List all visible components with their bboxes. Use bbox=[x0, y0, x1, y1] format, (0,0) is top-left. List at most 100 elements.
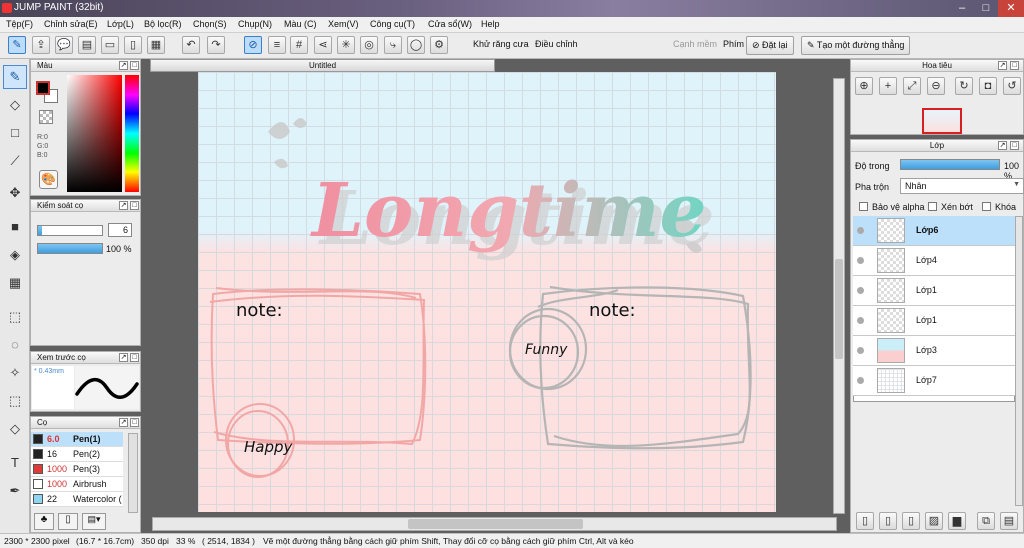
layer-opacity-slider[interactable] bbox=[900, 159, 1000, 170]
redo-icon[interactable]: ↷ bbox=[207, 36, 225, 54]
new-layer-from-icon[interactable]: ▯ bbox=[879, 512, 897, 530]
panel-float-icon[interactable]: ↗ bbox=[998, 141, 1007, 150]
panel-float-icon[interactable]: ↗ bbox=[998, 61, 1007, 70]
layer-row[interactable]: Lớp1 bbox=[853, 276, 1015, 306]
snap-curve-icon[interactable]: ⤷ bbox=[384, 36, 402, 54]
brush-mode-icon[interactable]: ✎ bbox=[8, 36, 26, 54]
visibility-icon[interactable] bbox=[857, 317, 864, 324]
merge-layer-icon[interactable]: ⧉ bbox=[977, 512, 995, 530]
snap-parallel-icon[interactable]: ≡ bbox=[268, 36, 286, 54]
menu-tools[interactable]: Công cụ(T) bbox=[370, 19, 415, 29]
magic-wand-tool-icon[interactable]: ✧ bbox=[3, 361, 27, 385]
reset-button[interactable]: ⊘ Đặt lại bbox=[746, 36, 794, 55]
visibility-icon[interactable] bbox=[857, 377, 864, 384]
panel-close-icon[interactable]: □ bbox=[130, 353, 139, 362]
vertical-scroll-thumb[interactable] bbox=[835, 259, 843, 359]
move-tool-icon[interactable]: ✥ bbox=[3, 181, 27, 205]
menu-file[interactable]: Tệp(F) bbox=[6, 19, 33, 29]
menu-filter[interactable]: Bộ lọc(R) bbox=[144, 19, 182, 29]
panel-close-icon[interactable]: □ bbox=[1010, 141, 1019, 150]
panel-close-icon[interactable]: □ bbox=[130, 418, 139, 427]
layer-row[interactable]: Lớp3 bbox=[853, 336, 1015, 366]
layer-mask-icon[interactable]: ▨ bbox=[925, 512, 943, 530]
select-rect-tool-icon[interactable]: ⬚ bbox=[3, 305, 27, 329]
grid-layout-icon[interactable]: ▦ bbox=[147, 36, 165, 54]
panel-float-icon[interactable]: ↗ bbox=[119, 61, 128, 70]
brush-item[interactable]: 1000 Airbrush bbox=[31, 477, 123, 492]
layer-row[interactable]: Lớp6 bbox=[853, 216, 1015, 246]
snap-vanishing-icon[interactable]: ⋖ bbox=[314, 36, 332, 54]
eyedropper-tool-icon[interactable]: ✒ bbox=[3, 479, 27, 503]
menu-help[interactable]: Help bbox=[481, 19, 500, 29]
panel-close-icon[interactable]: □ bbox=[130, 201, 139, 210]
brush-tool-icon[interactable]: ✎ bbox=[3, 65, 27, 89]
brush-new-icon[interactable]: ▯ bbox=[58, 513, 78, 530]
visibility-icon[interactable] bbox=[857, 257, 864, 264]
undo-icon[interactable]: ↶ bbox=[182, 36, 200, 54]
lock-checkbox[interactable] bbox=[982, 202, 991, 211]
fill-rect-tool-icon[interactable]: ■ bbox=[3, 215, 27, 239]
menu-view[interactable]: Xem(V) bbox=[328, 19, 359, 29]
menu-edit[interactable]: Chỉnh sửa(E) bbox=[44, 19, 98, 29]
visibility-icon[interactable] bbox=[857, 227, 864, 234]
straight-line-button[interactable]: ✎ Tạo một đường thẳng bbox=[801, 36, 911, 55]
clip-checkbox[interactable] bbox=[928, 202, 937, 211]
navigator-thumbnail[interactable] bbox=[922, 108, 962, 134]
snap-ellipse-icon[interactable]: ◯ bbox=[407, 36, 425, 54]
visibility-icon[interactable] bbox=[857, 347, 864, 354]
menu-select[interactable]: Chọn(S) bbox=[193, 19, 227, 29]
select-pen-tool-icon[interactable]: ⬚ bbox=[3, 389, 27, 413]
minimize-button[interactable]: – bbox=[950, 0, 974, 17]
brush-list-scrollbar[interactable] bbox=[128, 433, 138, 513]
horizontal-scrollbar[interactable] bbox=[152, 517, 837, 531]
visibility-icon[interactable] bbox=[857, 287, 864, 294]
gradient-tool-icon[interactable]: ▦ bbox=[3, 271, 27, 295]
maximize-button[interactable]: □ bbox=[974, 0, 998, 17]
snap-radial-icon[interactable]: ✳ bbox=[337, 36, 355, 54]
page-icon[interactable]: ▭ bbox=[101, 36, 119, 54]
comment-icon[interactable]: 💬 bbox=[55, 36, 73, 54]
layer-settings-icon[interactable]: ▤ bbox=[1000, 512, 1018, 530]
panel-close-icon[interactable]: □ bbox=[1010, 61, 1019, 70]
brush-item[interactable]: 1000 Pen(3) bbox=[31, 462, 123, 477]
document-tab[interactable]: Untitled bbox=[150, 59, 495, 72]
eraser-tool-icon[interactable]: ◇ bbox=[3, 93, 27, 117]
menu-capture[interactable]: Chụp(N) bbox=[238, 19, 272, 29]
rectangle-tool-icon[interactable]: □ bbox=[3, 121, 27, 145]
close-button[interactable]: ✕ bbox=[998, 0, 1024, 17]
select-eraser-tool-icon[interactable]: ◇ bbox=[3, 417, 27, 441]
panel-close-icon[interactable]: □ bbox=[130, 61, 139, 70]
brush-item[interactable]: 16 Pen(2) bbox=[31, 447, 123, 462]
actual-size-icon[interactable]: ◘ bbox=[979, 77, 997, 95]
lasso-tool-icon[interactable]: ◌ bbox=[3, 333, 27, 357]
brush-item[interactable]: 6.0 Pen(1) bbox=[31, 432, 123, 447]
menu-color[interactable]: Màu (C) bbox=[284, 19, 317, 29]
panel-float-icon[interactable]: ↗ bbox=[119, 353, 128, 362]
layer-row[interactable]: Lớp7 bbox=[853, 366, 1015, 396]
hue-slider[interactable] bbox=[125, 75, 139, 192]
duplicate-layer-icon[interactable]: ▯ bbox=[902, 512, 920, 530]
saturation-value-picker[interactable] bbox=[67, 75, 122, 192]
zoom-in-icon[interactable]: ⊕ bbox=[855, 77, 873, 95]
snap-off-icon[interactable]: ⊘ bbox=[244, 36, 262, 54]
export-icon[interactable]: ⇪ bbox=[32, 36, 50, 54]
brush-menu-icon[interactable]: ▤▾ bbox=[82, 513, 106, 530]
brush-opacity-slider[interactable] bbox=[37, 243, 103, 254]
protect-alpha-checkbox[interactable] bbox=[859, 202, 868, 211]
rotate-reset-icon[interactable]: ↺ bbox=[1003, 77, 1021, 95]
snap-grid-icon[interactable]: # bbox=[290, 36, 308, 54]
panel-float-icon[interactable]: ↗ bbox=[119, 418, 128, 427]
transparent-color-swatch[interactable] bbox=[39, 110, 53, 124]
blend-mode-dropdown[interactable]: Nhân ▼ bbox=[900, 178, 1024, 194]
layer-row[interactable]: Lớp4 bbox=[853, 246, 1015, 276]
brush-size-input[interactable]: 6 bbox=[108, 223, 132, 237]
line-tool-icon[interactable]: ⟋ bbox=[3, 149, 27, 173]
menu-layer[interactable]: Lớp(L) bbox=[107, 19, 134, 29]
horizontal-scroll-thumb[interactable] bbox=[408, 519, 583, 529]
text-tool-icon[interactable]: T bbox=[3, 451, 27, 475]
menu-window[interactable]: Cửa sổ(W) bbox=[428, 19, 472, 29]
layer-list-scrollbar[interactable] bbox=[1015, 216, 1023, 506]
rotate-icon[interactable]: ↻ bbox=[955, 77, 973, 95]
foreground-color-swatch[interactable] bbox=[36, 81, 50, 95]
message-icon[interactable]: ▤ bbox=[78, 36, 96, 54]
